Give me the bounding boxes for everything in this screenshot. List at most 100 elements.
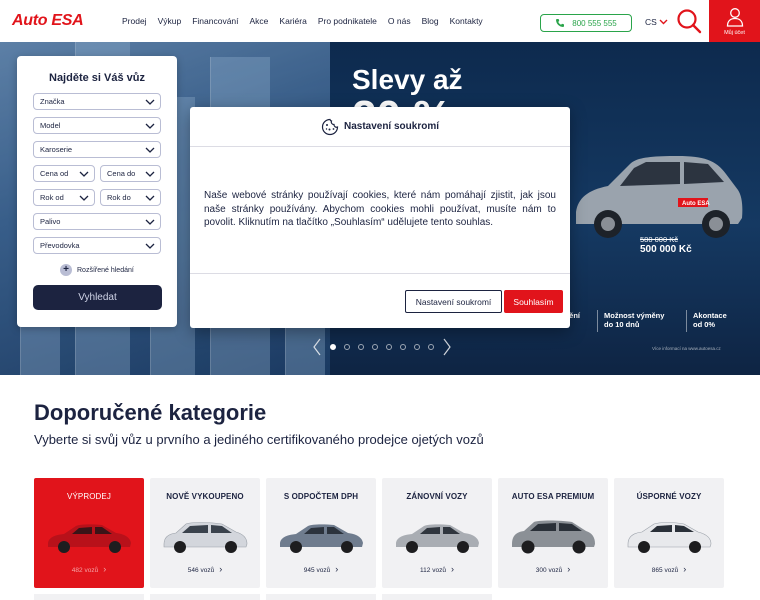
chevron-down-icon [145,123,155,129]
accept-cookies-button[interactable]: Souhlasím [504,290,563,313]
fuel-select-label: Palivo [40,217,61,226]
advanced-search-label: Rozšířené hledání [77,266,134,274]
carousel-dot[interactable] [400,344,406,350]
chevron-down-icon [145,99,155,105]
chevron-left-icon[interactable] [312,338,322,356]
cookie-icon [321,118,339,135]
brand-logo[interactable]: Auto ESA [12,12,84,30]
chevron-down-icon [145,171,155,177]
year-from-select[interactable]: Rok od [33,189,95,206]
cookie-dialog-header: Nastavení soukromí [190,107,570,147]
phone-button[interactable]: 800 555 555 [540,14,632,32]
carousel-dot[interactable] [358,344,364,350]
category-card-row2 [266,594,376,600]
chevron-right-icon: › [450,564,454,574]
carousel-dot[interactable] [330,344,336,350]
main-nav: Prodej Výkup Financování Akce Kariéra Pr… [122,16,483,26]
category-label: NOVĚ VYKOUPENO [166,492,244,501]
body-select-label: Karoserie [40,145,73,154]
hero-price-old: 580 000 Kč [640,235,678,244]
model-select[interactable]: Model [33,117,161,134]
nav-item-pro-podnikatele[interactable]: Pro podnikatele [318,16,377,26]
category-count-text: 300 vozů [535,567,563,574]
search-icon[interactable] [675,7,703,35]
account-button[interactable]: Můj účet [709,0,760,42]
category-card-zanovni-vozy[interactable]: ZÁNOVNÍ VOZY 112 vozů › [382,478,492,588]
chevron-down-icon [145,195,155,201]
category-count: 546 vozů › [150,564,260,574]
cookie-dialog-title: Nastavení soukromí [343,121,440,132]
category-count-text: 865 vozů [651,567,679,574]
nav-item-prodej[interactable]: Prodej [122,16,147,26]
category-card-vyprodej[interactable]: VÝPRODEJ 482 vozů › [34,478,144,588]
chevron-right-icon[interactable] [442,338,452,356]
chevron-down-icon [79,171,89,177]
category-count: 482 vozů › [34,564,144,574]
hero-car-image: Auto ESA [576,156,743,238]
chevron-right-icon: › [683,564,687,574]
search-panel-title: Najděte si Váš vůz [49,72,145,84]
cookie-dialog-text: Naše webové stránky používají cookies, k… [204,190,556,228]
category-label: AUTO ESA PREMIUM [511,492,595,501]
account-label: Můj účet [724,29,745,36]
nav-item-akce[interactable]: Akce [250,16,269,26]
plus-icon: + [60,264,72,276]
year-from-label: Rok od [40,193,64,202]
carousel-dot[interactable] [372,344,378,350]
cookie-consent-dialog: Nastavení soukromí Naše webové stránky p… [190,107,570,328]
category-count-text: 945 vozů [303,567,331,574]
nav-item-o-nas[interactable]: O nás [388,16,411,26]
nav-item-vykup[interactable]: Výkup [158,16,182,26]
language-switcher[interactable]: CS [645,17,668,27]
year-to-select[interactable]: Rok do [100,189,161,206]
category-count: 112 vozů › [382,564,492,574]
chevron-right-icon: › [219,564,223,574]
hero-note: Více informací na www.autoesa.cz [652,346,721,351]
chevron-right-icon: › [567,564,571,574]
categories-subtitle: Vyberte si svůj vůz u prvního a jediného… [34,432,484,447]
chevron-down-icon [79,195,89,201]
categories-title: Doporučené kategorie [34,400,267,425]
category-card-nove-vykoupeno[interactable]: NOVĚ VYKOUPENO 546 vozů › [150,478,260,588]
nav-item-kariera[interactable]: Kariéra [279,16,306,26]
price-to-label: Cena do [107,169,136,178]
carousel-dot[interactable] [414,344,420,350]
nav-item-kontakty[interactable]: Kontakty [450,16,483,26]
category-count-text: 546 vozů [187,567,215,574]
search-submit-button[interactable]: Vyhledat [33,285,162,310]
price-from-select[interactable]: Cena od [33,165,95,182]
fuel-select[interactable]: Palivo [33,213,161,230]
brand-select-label: Značka [40,97,65,106]
price-to-select[interactable]: Cena do [100,165,161,182]
gearbox-select[interactable]: Převodovka [33,237,161,254]
carousel-dot[interactable] [428,344,434,350]
category-card-row2 [150,594,260,600]
chevron-down-icon [145,147,155,153]
nav-item-financovani[interactable]: Financování [192,16,238,26]
phone-number: 800 555 555 [572,18,617,28]
chevron-down-icon [145,243,155,249]
brand-select[interactable]: Značka [33,93,161,110]
hero-price-new: 500 000 Kč [640,244,692,255]
carousel-dot[interactable] [344,344,350,350]
category-count-text: 112 vozů [420,567,446,574]
hero-perk-divider [597,310,598,332]
advanced-search-link[interactable]: + Rozšířené hledání [60,264,134,276]
privacy-settings-button[interactable]: Nastavení soukromí [405,290,502,313]
category-count: 865 vozů › [614,564,724,574]
category-label: ZÁNOVNÍ VOZY [406,492,468,501]
category-label: VÝPRODEJ [67,492,111,501]
category-label: S ODPOČTEM DPH [283,492,359,501]
category-card-usporne-vozy[interactable]: ÚSPORNÉ VOZY 865 vozů › [614,478,724,588]
hero-carousel-controls [312,338,452,356]
car-image [48,524,131,553]
car-image [512,520,595,554]
nav-item-blog[interactable]: Blog [422,16,439,26]
year-to-label: Rok do [107,193,131,202]
car-image [627,522,712,553]
carousel-dot[interactable] [386,344,392,350]
category-card-s-odpoctem-dph[interactable]: S ODPOČTEM DPH 945 vozů › [266,478,376,588]
body-select[interactable]: Karoserie [33,141,161,158]
chevron-down-icon [145,219,155,225]
category-card-auto-esa-premium[interactable]: AUTO ESA PREMIUM 300 vozů › [498,478,608,588]
